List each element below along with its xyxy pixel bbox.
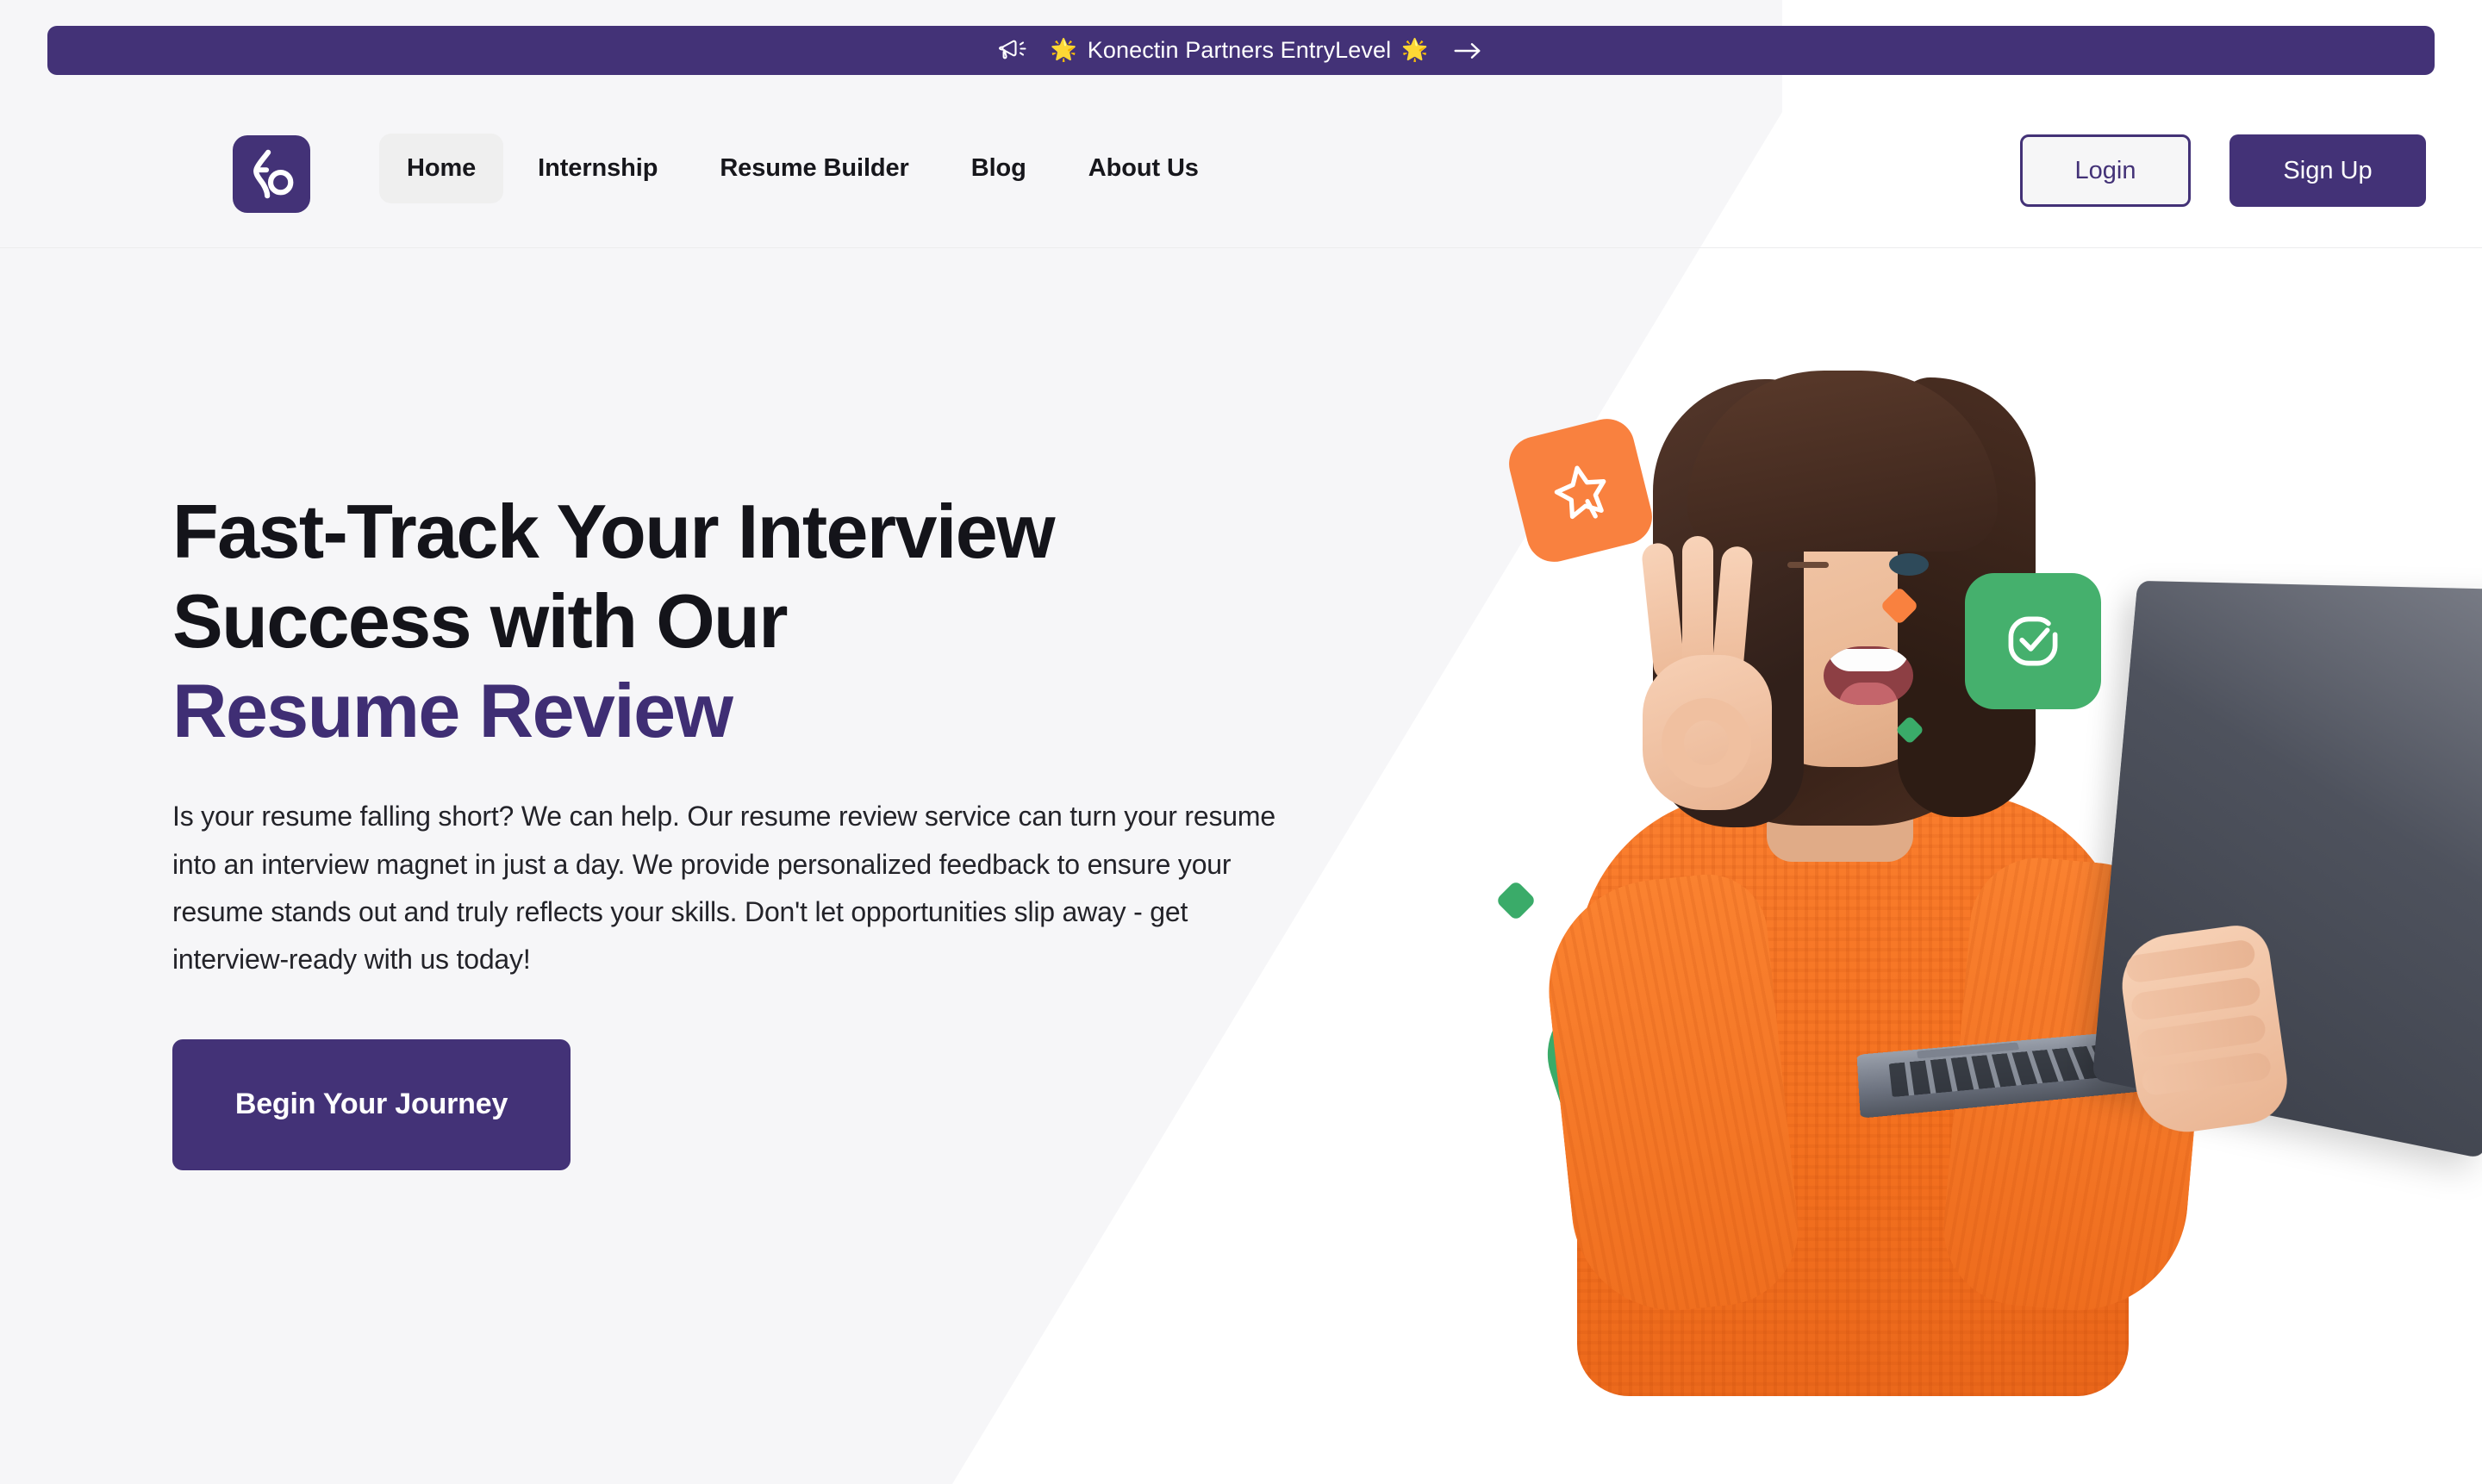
hero-copy: Fast-Track Your Interview Success with O… xyxy=(172,487,1310,1170)
login-button[interactable]: Login xyxy=(2020,134,2191,207)
arrow-right-icon[interactable] xyxy=(1450,39,1485,63)
teeth xyxy=(1828,649,1909,671)
megaphone-icon xyxy=(997,38,1028,64)
hand-right-finger-3 xyxy=(2135,1013,2267,1059)
nav-item-blog[interactable]: Blog xyxy=(944,134,1054,203)
tongue xyxy=(1839,683,1898,705)
ok-hand-gesture xyxy=(1629,534,1793,819)
hero-illustration xyxy=(1362,362,2482,1396)
nav-item-resume-builder[interactable]: Resume Builder xyxy=(692,134,936,203)
headline-line-1: Fast-Track Your Interview xyxy=(172,489,1056,574)
announcement-text: 🌟 Konectin Partners EntryLevel 🌟 xyxy=(1051,37,1429,64)
signup-button[interactable]: Sign Up xyxy=(2229,134,2426,207)
star-emoji-right: 🌟 xyxy=(1401,38,1429,62)
hand-right-finger-4 xyxy=(2140,1051,2273,1097)
hand-right xyxy=(2115,920,2293,1139)
headline-accent: Resume Review xyxy=(172,667,733,753)
eye-open xyxy=(1889,553,1929,576)
hero-headline: Fast-Track Your Interview Success with O… xyxy=(172,487,1310,755)
auth-actions: Login Sign Up xyxy=(2020,134,2426,207)
check-badge-icon xyxy=(1965,573,2101,709)
page-root: 🌟 Konectin Partners EntryLevel 🌟 Home In… xyxy=(0,0,2482,1484)
main-nav: Home Internship Resume Builder Blog Abou… xyxy=(379,134,1226,203)
hand-right-finger-2 xyxy=(2130,976,2262,1022)
mouth xyxy=(1824,646,1913,705)
star-emoji-left: 🌟 xyxy=(1050,38,1077,62)
hand-right-finger-1 xyxy=(2124,938,2257,984)
ok-ring xyxy=(1662,698,1751,788)
announcement-banner[interactable]: 🌟 Konectin Partners EntryLevel 🌟 xyxy=(47,26,2435,75)
site-header: Home Internship Resume Builder Blog Abou… xyxy=(0,76,2482,248)
logo-konectin[interactable] xyxy=(233,135,310,213)
announcement-label: Konectin Partners EntryLevel xyxy=(1087,37,1392,63)
konectin-mark-icon xyxy=(253,149,294,199)
headline-line-2: Success with Our xyxy=(172,577,788,664)
begin-your-journey-button[interactable]: Begin Your Journey xyxy=(172,1038,571,1170)
nav-item-internship[interactable]: Internship xyxy=(510,134,685,203)
hero-paragraph: Is your resume falling short? We can hel… xyxy=(172,801,1275,975)
nav-item-about-us[interactable]: About Us xyxy=(1061,134,1226,203)
eye-winking xyxy=(1787,562,1829,568)
nav-item-home[interactable]: Home xyxy=(379,134,504,203)
